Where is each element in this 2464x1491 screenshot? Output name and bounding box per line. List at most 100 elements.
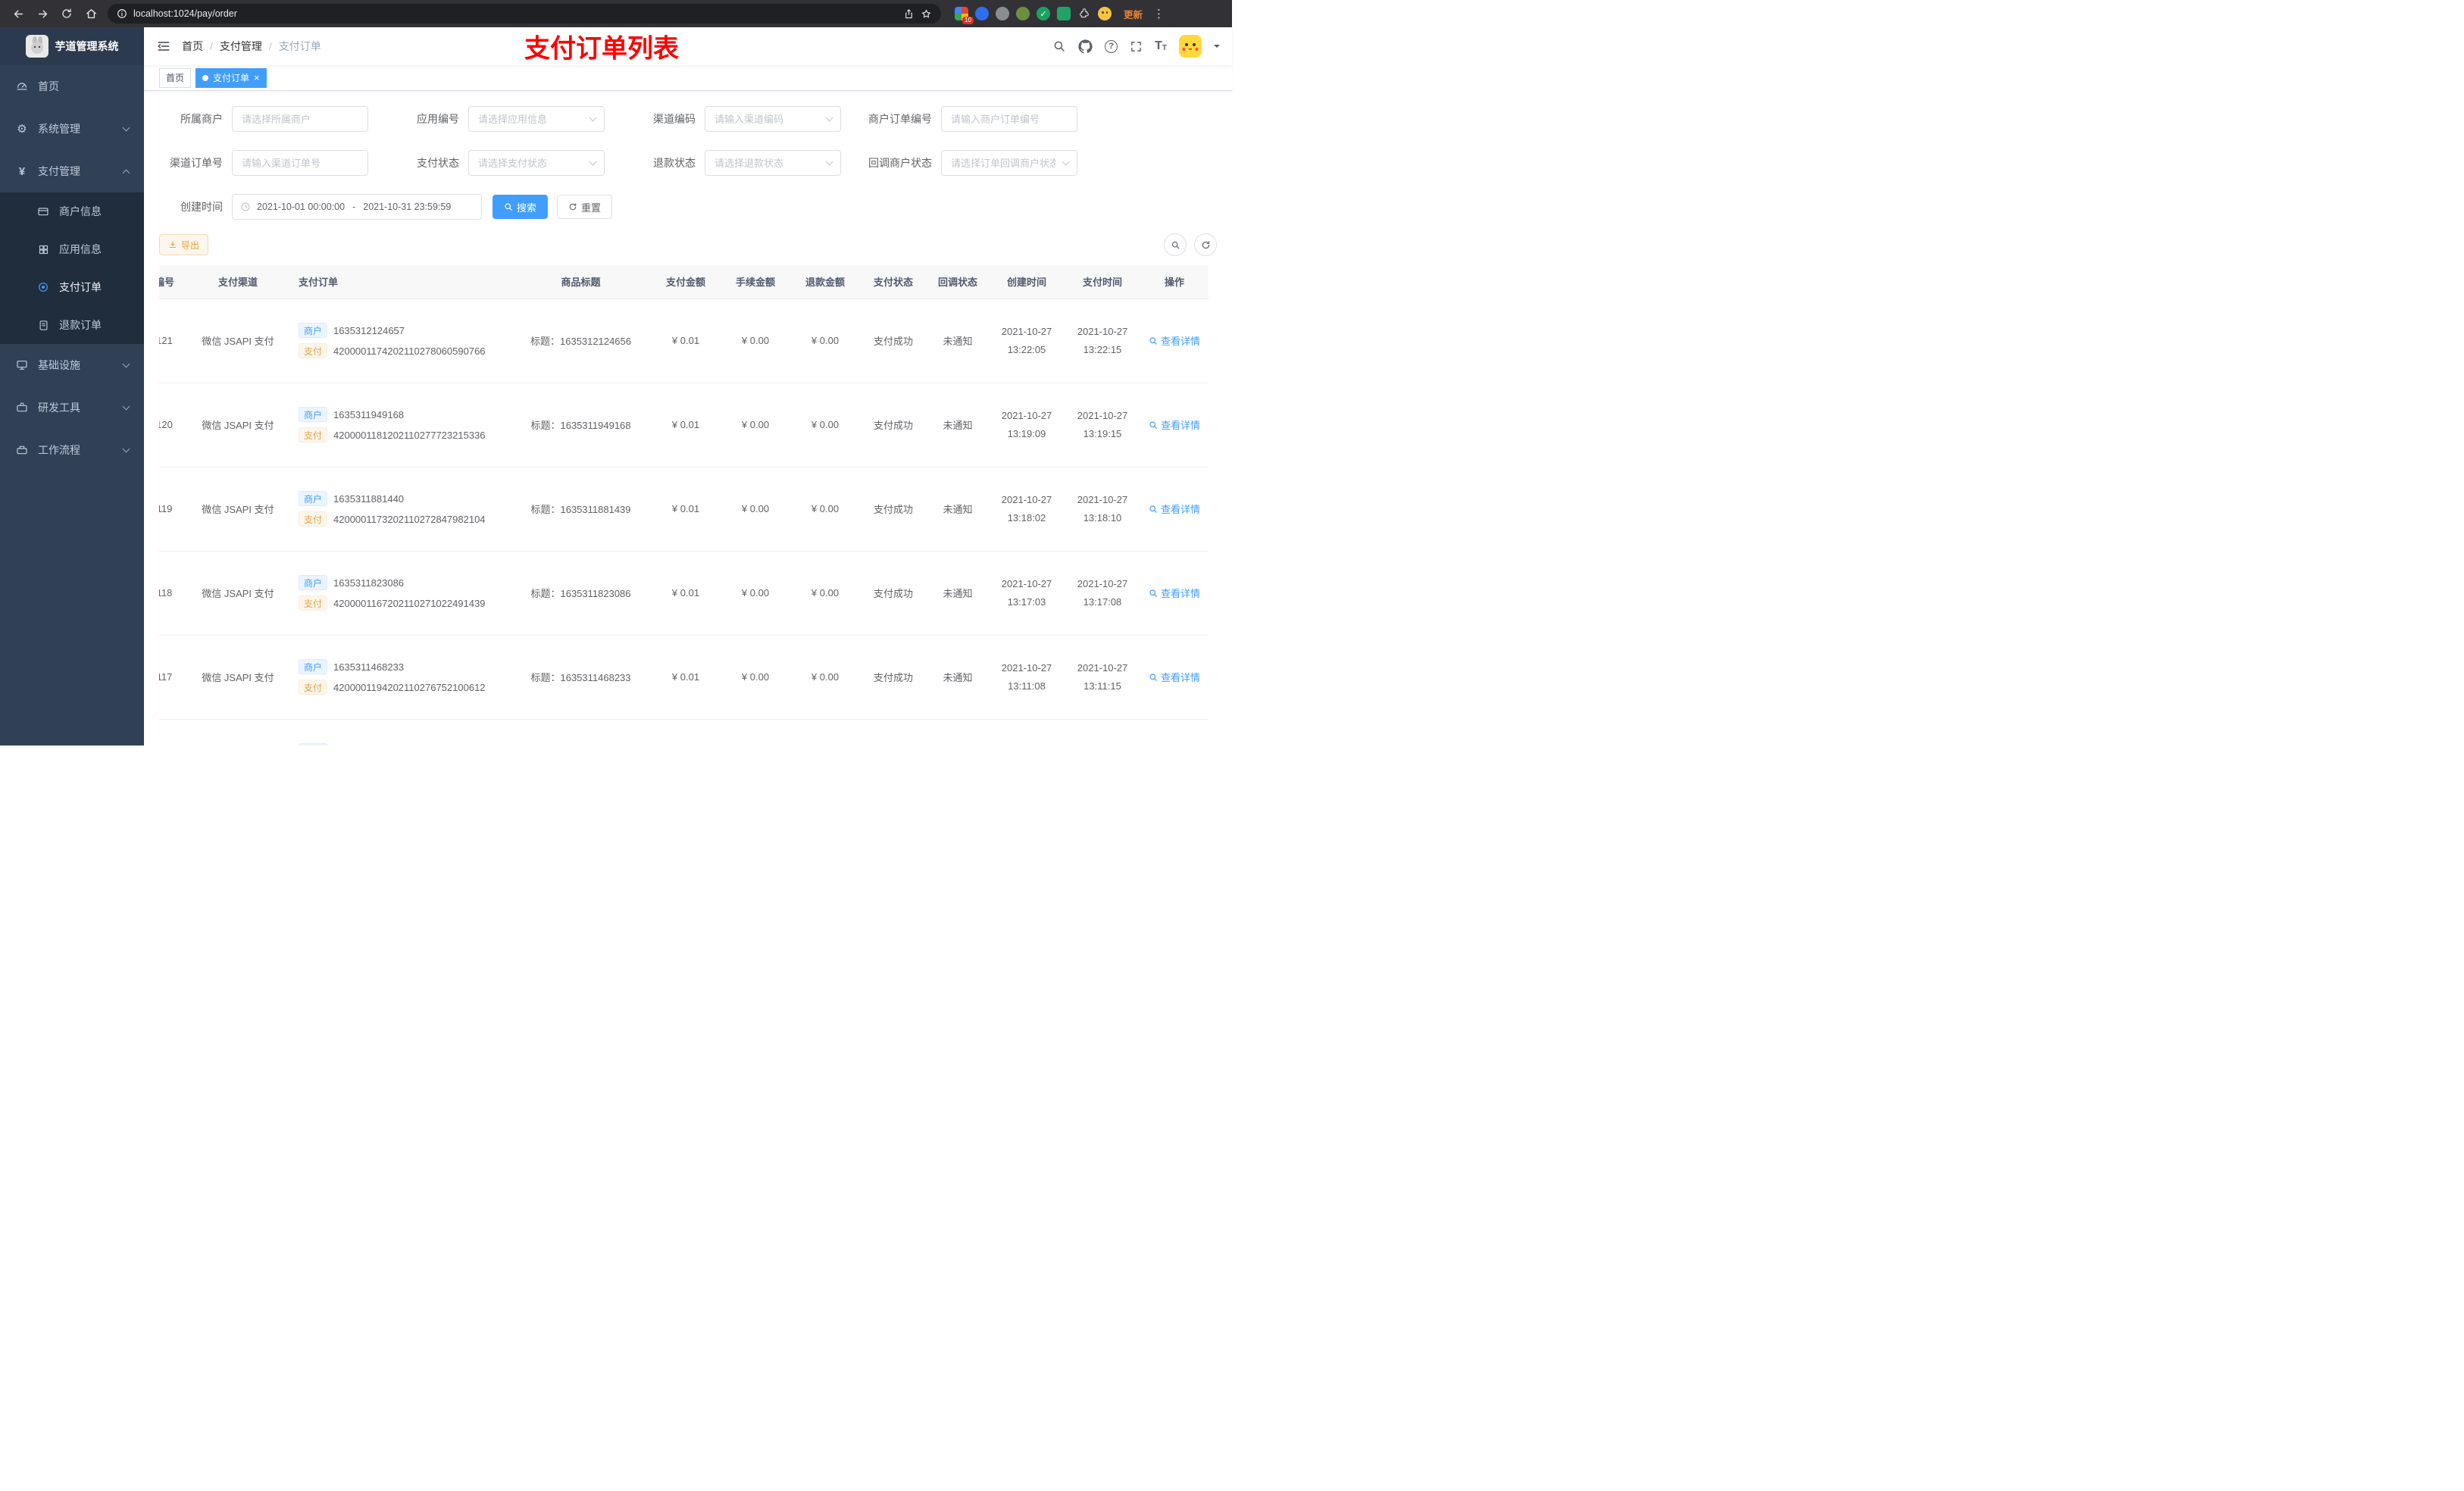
sidebar-item-pay[interactable]: ¥ 支付管理 bbox=[0, 150, 144, 192]
dashboard-icon bbox=[15, 80, 29, 93]
browser-update-button[interactable]: 更新 bbox=[1124, 7, 1143, 21]
breadcrumb-section[interactable]: 支付管理 bbox=[220, 39, 262, 54]
extension-square-icon[interactable] bbox=[1057, 7, 1071, 20]
app-no-input[interactable] bbox=[468, 106, 605, 132]
sidebar-item-workflow[interactable]: 工作流程 bbox=[0, 429, 144, 471]
workflow-icon bbox=[15, 443, 29, 457]
sidebar-item-app-info[interactable]: 应用信息 bbox=[0, 230, 144, 268]
refund-status-input[interactable] bbox=[705, 150, 841, 176]
breadcrumb-page: 支付订单 bbox=[278, 40, 321, 52]
back-icon[interactable] bbox=[8, 3, 29, 24]
date-range-input[interactable]: 2021-10-01 00:00:00 - 2021-10-31 23:59:5… bbox=[232, 194, 482, 220]
view-detail-link[interactable]: 查看详情 bbox=[1149, 502, 1200, 516]
channel-order-no-input[interactable] bbox=[232, 150, 368, 176]
avatar[interactable] bbox=[1179, 35, 1202, 58]
pay-status-input[interactable] bbox=[468, 150, 605, 176]
notify-status-input[interactable] bbox=[941, 150, 1077, 176]
channel-code-input[interactable] bbox=[705, 106, 841, 132]
toggle-search-icon[interactable] bbox=[1164, 233, 1187, 256]
cell-pay-order: 商户 1635311823086 支付 42000011672021102710… bbox=[291, 551, 511, 636]
cell-channel: 微信 JSAPI 支付 bbox=[185, 551, 291, 636]
bookmark-star-icon[interactable] bbox=[921, 8, 932, 20]
breadcrumb-home[interactable]: 首页 bbox=[182, 39, 203, 54]
home-icon[interactable] bbox=[80, 3, 102, 24]
filter-notify-status: 回调商户状态 bbox=[868, 150, 1077, 176]
sidebar-item-system[interactable]: ⚙ 系统管理 bbox=[0, 108, 144, 150]
extension-gray-icon[interactable] bbox=[996, 7, 1009, 20]
search-icon[interactable] bbox=[1052, 39, 1066, 53]
sidebar-item-home[interactable]: 首页 bbox=[0, 65, 144, 108]
browser-menu-icon[interactable]: ⋮ bbox=[1150, 7, 1168, 20]
sidebar-item-pay-order[interactable]: 支付订单 bbox=[0, 268, 144, 306]
cell-pay-time: 2021-10-27 13:11:15 bbox=[1065, 635, 1140, 720]
url-bar[interactable]: localhost:1024/pay/order bbox=[108, 4, 941, 23]
cell-pay-time: 2021-10-27 13:18:10 bbox=[1065, 467, 1140, 552]
reload-icon[interactable] bbox=[56, 3, 77, 24]
page-annotation: 支付订单列表 bbox=[524, 34, 679, 64]
channel-order-no-wrap bbox=[232, 150, 368, 176]
site-info-icon[interactable] bbox=[117, 8, 127, 19]
cell-channel: 微信 JSAPI 支付 bbox=[185, 719, 291, 746]
logo[interactable]: 芋道管理系统 bbox=[0, 27, 144, 65]
share-icon[interactable] bbox=[903, 8, 915, 20]
reset-button[interactable]: 重置 bbox=[557, 195, 613, 219]
tab-home[interactable]: 首页 bbox=[159, 67, 192, 88]
cell-refund bbox=[790, 719, 860, 746]
merchant-input[interactable] bbox=[232, 106, 368, 132]
sidebar-item-dev-tools[interactable]: 研发工具 bbox=[0, 386, 144, 429]
merchant-order-no-wrap bbox=[941, 106, 1077, 132]
hamburger-icon[interactable] bbox=[156, 39, 171, 54]
extension-check-icon[interactable]: ✓ bbox=[1037, 7, 1050, 20]
extension-drop-icon[interactable] bbox=[975, 7, 989, 20]
sidebar: 芋道管理系统 首页 ⚙ 系统管理 ¥ 支付管理 商户信息 应用信息 支付订单 退… bbox=[0, 27, 144, 746]
view-detail-link[interactable]: 查看详情 bbox=[1149, 670, 1200, 684]
help-icon[interactable]: ? bbox=[1105, 39, 1118, 53]
sidebar-item-label: 首页 bbox=[38, 80, 59, 92]
sidebar-submenu-pay: 商户信息 应用信息 支付订单 退款订单 bbox=[0, 192, 144, 344]
cell-channel: 微信 JSAPI 支付 bbox=[185, 635, 291, 720]
magnifier-icon bbox=[1149, 673, 1157, 681]
search-button[interactable]: 搜索 bbox=[492, 195, 549, 219]
avatar-caret-icon[interactable] bbox=[1214, 45, 1220, 51]
table-row: 120 微信 JSAPI 支付 商户 1635311949168 支 bbox=[159, 383, 1209, 467]
sidebar-item-refund-order[interactable]: 退款订单 bbox=[0, 306, 144, 344]
extension-colorful-icon[interactable]: 10 bbox=[955, 7, 974, 24]
merchant-tag: 商户 bbox=[299, 407, 328, 422]
column-header: 手续金额 bbox=[721, 265, 790, 299]
extension-olive-icon[interactable] bbox=[1016, 7, 1030, 20]
github-icon[interactable] bbox=[1078, 39, 1093, 54]
export-button[interactable]: 导出 bbox=[159, 234, 209, 255]
sidebar-item-infra[interactable]: 基础设施 bbox=[0, 344, 144, 386]
magnifier-icon bbox=[1149, 336, 1157, 345]
url-text: localhost:1024/pay/order bbox=[133, 8, 237, 19]
chevron-up-icon bbox=[122, 169, 130, 177]
close-icon[interactable]: × bbox=[254, 73, 260, 83]
puzzle-extensions-icon[interactable] bbox=[1077, 7, 1091, 20]
view-detail-link[interactable]: 查看详情 bbox=[1149, 417, 1200, 432]
browser-toolbar: localhost:1024/pay/order 10 ✓ 更新 ⋮ bbox=[0, 0, 1232, 27]
extension-face-icon[interactable] bbox=[1098, 7, 1112, 20]
refresh-icon[interactable] bbox=[1194, 233, 1217, 256]
view-detail-link[interactable]: 查看详情 bbox=[1149, 586, 1200, 600]
cell-fee bbox=[721, 719, 790, 746]
filter-channel-code: 渠道编码 bbox=[632, 106, 841, 132]
tab-pay-order[interactable]: 支付订单 × bbox=[195, 67, 267, 88]
table-tools bbox=[1164, 233, 1217, 256]
table-row: 119 微信 JSAPI 支付 商户 1635311881440 支 bbox=[159, 467, 1209, 552]
date-separator: - bbox=[352, 202, 356, 212]
target-icon bbox=[36, 280, 50, 294]
credit-card-icon bbox=[36, 205, 50, 218]
cell-title bbox=[511, 719, 651, 746]
sidebar-item-label: 商户信息 bbox=[59, 205, 102, 217]
view-detail-link[interactable]: 查看详情 bbox=[1149, 333, 1200, 348]
merchant-order-no-input[interactable] bbox=[941, 106, 1077, 132]
fullscreen-icon[interactable] bbox=[1130, 40, 1143, 53]
merchant-order-line: 商户 1635311949168 bbox=[299, 407, 506, 422]
table-header-row: 编号 支付渠道 支付订单 商品标题 支付金额 手续金额 退款金额 支付状态 回调… bbox=[159, 265, 1209, 299]
cell-id: 119 bbox=[159, 467, 185, 552]
forward-icon[interactable] bbox=[32, 3, 53, 24]
sidebar-item-merchant-info[interactable]: 商户信息 bbox=[0, 192, 144, 230]
merchant-order-no: 1635312124657 bbox=[333, 324, 405, 336]
sidebar-item-label: 系统管理 bbox=[38, 123, 80, 135]
font-size-icon[interactable]: TT bbox=[1155, 40, 1167, 52]
